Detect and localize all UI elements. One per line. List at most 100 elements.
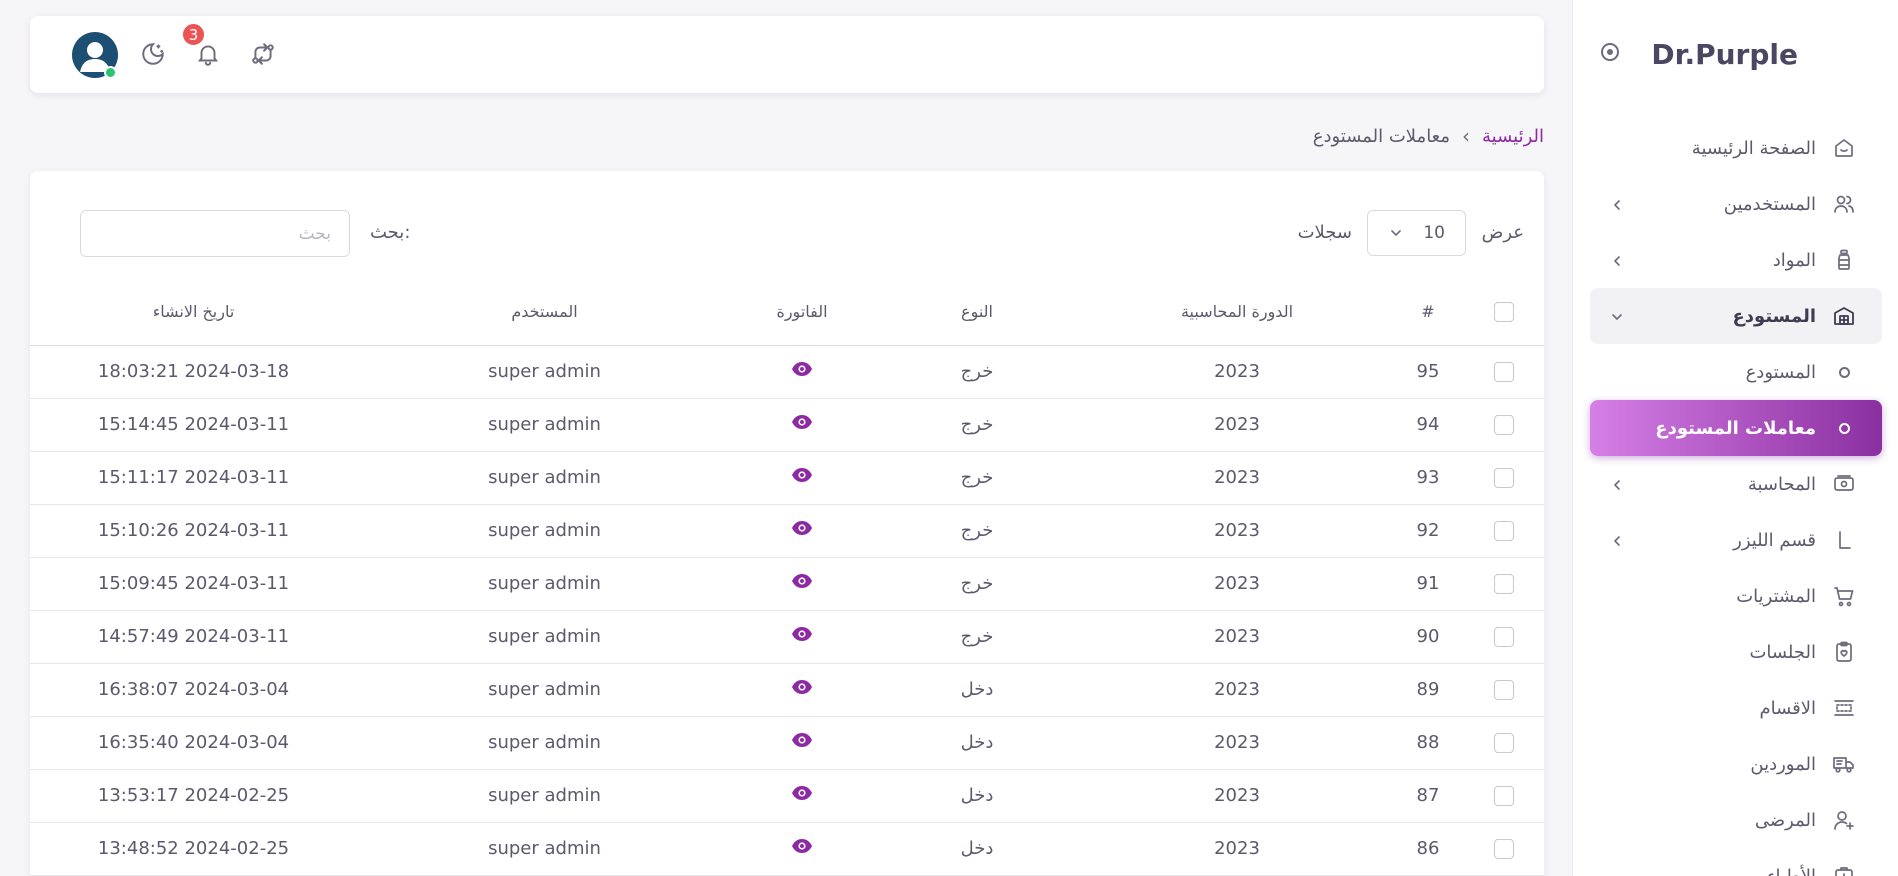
sidebar-item[interactable]: المرضى — [1590, 792, 1882, 848]
table-row: 91 2023 خرج super admin 2024-03-11 15:09:45 — [30, 557, 1544, 611]
cell-user: super admin — [357, 610, 732, 664]
row-select-cell — [1464, 398, 1544, 452]
row-checkbox[interactable] — [1494, 521, 1514, 541]
sidebar-item-label: المستخدمين — [1723, 193, 1816, 215]
cell-invoice — [732, 398, 872, 452]
cell-user: super admin — [357, 451, 732, 505]
select-all-checkbox[interactable] — [1494, 302, 1514, 322]
cell-invoice — [732, 451, 872, 505]
view-invoice-eye-icon[interactable] — [791, 520, 813, 541]
circle-bullet-icon — [1830, 358, 1858, 386]
cell-date: 2024-03-04 16:35:40 — [30, 716, 357, 770]
row-checkbox[interactable] — [1494, 786, 1514, 806]
cell-type: دخل — [872, 716, 1082, 770]
breadcrumb-separator: › — [1462, 124, 1470, 148]
sidebar-item[interactable]: المستخدمين — [1590, 176, 1882, 232]
row-checkbox[interactable] — [1494, 468, 1514, 488]
sidebar-subitem[interactable]: معاملات المستودع — [1590, 400, 1882, 456]
sidebar-item[interactable]: الأطباء — [1590, 848, 1882, 876]
cell-num: 86 — [1392, 822, 1464, 876]
cell-user: super admin — [357, 769, 732, 823]
sidebar-item-label: قسم الليزر — [1733, 529, 1816, 551]
row-checkbox[interactable] — [1494, 733, 1514, 753]
sync-icon[interactable] — [247, 38, 279, 70]
cell-date: 2024-03-11 15:09:45 — [30, 557, 357, 611]
chevron-down-icon — [1610, 309, 1624, 323]
cell-period: 2023 — [1082, 610, 1392, 664]
truck-icon — [1830, 750, 1858, 778]
cell-invoice — [732, 822, 872, 876]
sidebar-item[interactable]: قسم الليزر — [1590, 512, 1882, 568]
cell-period: 2023 — [1082, 451, 1392, 505]
row-checkbox[interactable] — [1494, 839, 1514, 859]
sidebar-toggle-icon[interactable] — [1601, 43, 1619, 61]
row-select-cell — [1464, 822, 1544, 876]
cell-num: 92 — [1392, 504, 1464, 558]
view-invoice-eye-icon[interactable] — [791, 838, 813, 859]
cell-date: 2024-03-11 15:14:45 — [30, 398, 357, 452]
sidebar-item-label: الموردين — [1750, 753, 1816, 775]
cell-period: 2023 — [1082, 663, 1392, 717]
header-type[interactable]: النوع — [872, 279, 1082, 346]
view-invoice-eye-icon[interactable] — [791, 785, 813, 806]
cell-num: 89 — [1392, 663, 1464, 717]
cell-date: 2024-02-25 13:53:17 — [30, 769, 357, 823]
search-input[interactable] — [80, 210, 350, 257]
sidebar-item[interactable]: المشتريات — [1590, 568, 1882, 624]
sidebar-item[interactable]: الجلسات — [1590, 624, 1882, 680]
breadcrumb: الرئيسية › معاملات المستودع — [1313, 124, 1544, 148]
sidebar-item-label: المشتريات — [1736, 585, 1816, 607]
sidebar-item[interactable]: المستودع — [1590, 288, 1882, 344]
circle-bullet-icon — [1830, 414, 1858, 442]
row-checkbox[interactable] — [1494, 574, 1514, 594]
sidebar-item[interactable]: الصفحة الرئيسية — [1590, 120, 1882, 176]
header-num[interactable]: # — [1392, 279, 1464, 346]
chevron-left-icon — [1610, 477, 1624, 491]
sidebar-item[interactable]: المحاسبة — [1590, 456, 1882, 512]
theme-toggle-icon[interactable] — [137, 38, 169, 70]
cell-period: 2023 — [1082, 504, 1392, 558]
cell-type: دخل — [872, 769, 1082, 823]
cell-date: 2024-03-11 15:11:17 — [30, 451, 357, 505]
view-invoice-eye-icon[interactable] — [791, 679, 813, 700]
cell-invoice — [732, 769, 872, 823]
sidebar-item-label: المستودع — [1732, 305, 1816, 327]
cell-date: 2024-03-11 14:57:49 — [30, 610, 357, 664]
breadcrumb-home-link[interactable]: الرئيسية — [1482, 126, 1544, 147]
row-checkbox[interactable] — [1494, 362, 1514, 382]
page-length-select[interactable]: 10 — [1367, 210, 1466, 256]
header-invoice[interactable]: الفاتورة — [732, 279, 872, 346]
table-row: 90 2023 خرج super admin 2024-03-11 14:57:49 — [30, 610, 1544, 664]
table-row: 94 2023 خرج super admin 2024-03-11 15:14:45 — [30, 398, 1544, 452]
cell-period: 2023 — [1082, 769, 1392, 823]
header-user[interactable]: المستخدم — [357, 279, 732, 346]
cell-invoice — [732, 716, 872, 770]
header-period[interactable]: الدورة المحاسبية — [1082, 279, 1392, 346]
view-invoice-eye-icon[interactable] — [791, 626, 813, 647]
table-row: 89 2023 دخل super admin 2024-03-04 16:38:07 — [30, 663, 1544, 717]
row-checkbox[interactable] — [1494, 415, 1514, 435]
cell-period: 2023 — [1082, 398, 1392, 452]
cell-type: خرج — [872, 398, 1082, 452]
sidebar-item[interactable]: المواد — [1590, 232, 1882, 288]
cell-type: خرج — [872, 610, 1082, 664]
sidebar-subitem[interactable]: المستودع — [1590, 344, 1882, 400]
sidebar-item[interactable]: الاقسام — [1590, 680, 1882, 736]
cell-period: 2023 — [1082, 345, 1392, 399]
breadcrumb-current: معاملات المستودع — [1312, 125, 1450, 147]
header-date[interactable]: تاريخ الانشاء — [30, 279, 357, 346]
view-invoice-eye-icon[interactable] — [791, 573, 813, 594]
search-label: بحث: — [370, 222, 411, 243]
view-invoice-eye-icon[interactable] — [791, 414, 813, 435]
sidebar-item-label: المرضى — [1754, 809, 1816, 831]
brand-logo[interactable]: Dr.Purple — [1651, 38, 1798, 71]
cell-period: 2023 — [1082, 557, 1392, 611]
row-checkbox[interactable] — [1494, 680, 1514, 700]
view-invoice-eye-icon[interactable] — [791, 361, 813, 382]
sidebar-item[interactable]: الموردين — [1590, 736, 1882, 792]
view-invoice-eye-icon[interactable] — [791, 467, 813, 488]
row-checkbox[interactable] — [1494, 627, 1514, 647]
view-invoice-eye-icon[interactable] — [791, 732, 813, 753]
doctor-icon — [1830, 862, 1858, 876]
cart-icon — [1830, 582, 1858, 610]
